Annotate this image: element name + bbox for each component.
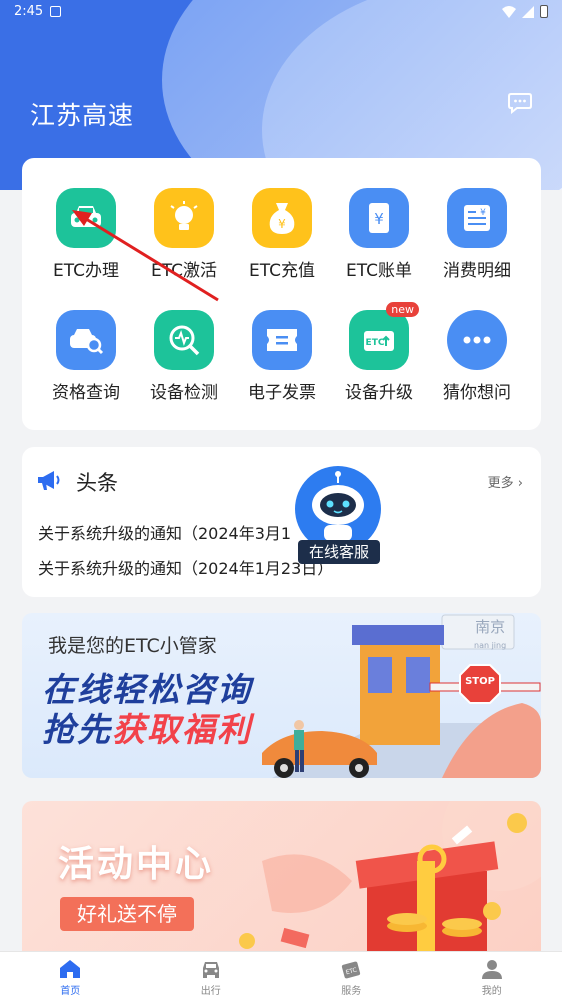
- service-etc-recharge[interactable]: ¥ ETC充值: [232, 188, 332, 281]
- service-label: 设备检测: [150, 383, 218, 403]
- service-etc-activate[interactable]: ETC激活: [134, 188, 234, 281]
- news-item[interactable]: 关于系统升级的通知（2024年3月1: [38, 520, 291, 544]
- news-card: 头条 更多 › 关于系统升级的通知（2024年3月1 关于系统升级的通知（202…: [22, 447, 541, 597]
- tab-label: 首页: [60, 986, 81, 997]
- service-device-check[interactable]: 设备检测: [134, 310, 234, 403]
- new-badge: new: [386, 302, 419, 317]
- stop-sign-text: STOP: [465, 676, 495, 687]
- page-title: 江苏高速: [30, 101, 135, 130]
- svg-text:¥: ¥: [374, 210, 384, 228]
- service-label: 设备升级: [345, 383, 413, 403]
- svg-text:ETC: ETC: [366, 338, 385, 348]
- user-icon: [481, 960, 502, 979]
- tab-label: 我的: [481, 986, 502, 997]
- activity-title: 活动中心: [58, 844, 215, 885]
- tab-home[interactable]: 首页: [0, 952, 141, 999]
- service-label: 电子发票: [248, 383, 316, 403]
- banner-headline-2: 抢先获取福利: [42, 703, 252, 751]
- tab-service[interactable]: ETC 服务: [281, 952, 422, 999]
- service-label: ETC办理: [53, 261, 119, 281]
- service-eligibility-query[interactable]: 资格查询: [36, 310, 136, 403]
- news-more-link[interactable]: 更多 ›: [488, 472, 523, 491]
- banner-headline-2b: 获取福利: [112, 710, 252, 749]
- news-more-label: 更多: [487, 476, 514, 491]
- robot-icon: [295, 466, 381, 552]
- status-bar: 2:45: [0, 0, 562, 24]
- device-check-icon: [154, 310, 214, 370]
- ticket-icon: [252, 310, 312, 370]
- message-icon[interactable]: [508, 92, 532, 114]
- svg-text:¥: ¥: [278, 217, 286, 231]
- service-label: 猜你想问: [443, 383, 511, 403]
- customer-service-label: 在线客服: [298, 540, 380, 564]
- car-search-icon: [56, 310, 116, 370]
- status-time: 2:45: [14, 4, 44, 19]
- service-label: ETC充值: [249, 261, 315, 281]
- tab-mine[interactable]: 我的: [422, 952, 562, 999]
- service-e-invoice[interactable]: 电子发票: [232, 310, 332, 403]
- wifi-icon: [502, 5, 516, 18]
- car-icon: [202, 962, 219, 978]
- service-grid: ETC办理 ETC激活 ¥ ETC充值 ¥ ETC账单 ¥ 消费明细 资格查询: [22, 158, 541, 430]
- service-etc-bill[interactable]: ¥ ETC账单: [329, 188, 429, 281]
- receipt-icon: ¥: [447, 188, 507, 248]
- service-label: 资格查询: [52, 383, 120, 403]
- car-icon: [56, 188, 116, 248]
- service-consumption-detail[interactable]: ¥ 消费明细: [427, 188, 527, 281]
- tab-travel[interactable]: 出行: [141, 952, 282, 999]
- chevron-right-icon: ›: [513, 476, 523, 491]
- city-sign: 南京 nan jing: [474, 619, 506, 654]
- svg-text:¥: ¥: [480, 208, 486, 218]
- signal-icon: [522, 5, 534, 18]
- banner-headline-2a: 抢先: [42, 710, 112, 749]
- news-title: 头条: [76, 471, 118, 495]
- news-item[interactable]: 关于系统升级的通知（2024年1月23日）: [38, 555, 333, 579]
- bill-icon: ¥: [349, 188, 409, 248]
- city-sign-name: 南京: [475, 618, 506, 636]
- service-label: ETC激活: [151, 261, 217, 281]
- notification-icon: [50, 6, 61, 17]
- megaphone-icon: [38, 471, 60, 490]
- etc-tag-icon: ETC: [342, 961, 361, 979]
- service-etc-apply[interactable]: ETC办理: [36, 188, 136, 281]
- service-device-upgrade[interactable]: ETC new 设备升级: [329, 302, 429, 403]
- etc-card-icon: ETC new: [349, 302, 419, 370]
- activity-center-banner[interactable]: 活动中心 好礼送不停: [22, 801, 541, 961]
- consult-banner[interactable]: 南京 nan jing STOP 我是您的ETC小管家 在线轻松咨询 抢先获取福…: [22, 613, 541, 778]
- lightbulb-icon: [154, 188, 214, 248]
- chat-icon: [447, 310, 507, 370]
- bottom-tab-bar: 首页 出行 ETC 服务 我的: [0, 951, 562, 999]
- service-label: ETC账单: [346, 261, 412, 281]
- banner-subtitle: 我是您的ETC小管家: [48, 635, 217, 657]
- city-sign-pinyin: nan jing: [474, 641, 507, 650]
- service-label: 消费明细: [443, 261, 511, 281]
- battery-icon: [540, 5, 548, 18]
- home-icon: [60, 960, 81, 978]
- money-bag-icon: ¥: [252, 188, 312, 248]
- tab-label: 出行: [200, 986, 221, 997]
- tab-label: 服务: [341, 986, 362, 997]
- service-faq[interactable]: 猜你想问: [427, 310, 527, 403]
- activity-button[interactable]: 好礼送不停: [60, 897, 194, 931]
